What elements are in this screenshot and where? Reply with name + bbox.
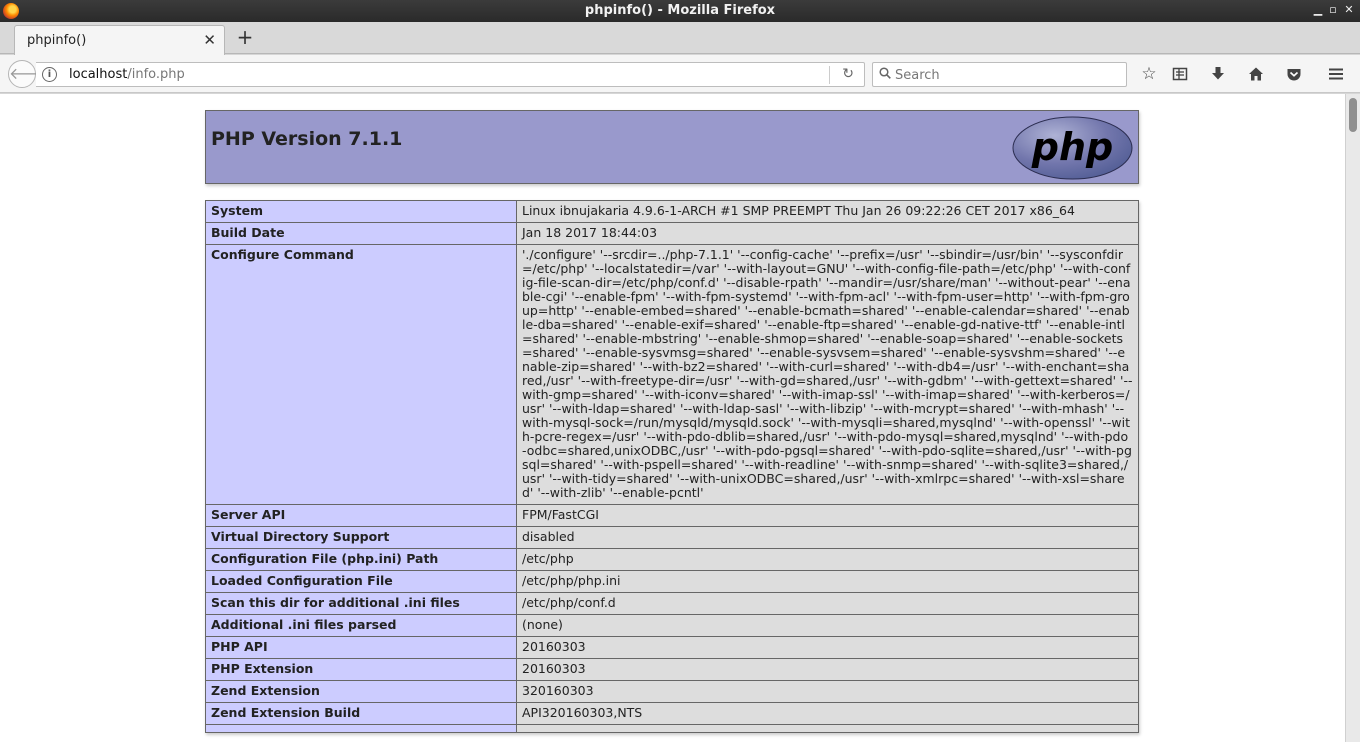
table-row: Zend Extension 320160303 [205, 680, 1139, 703]
row-label: Loaded Configuration File [205, 570, 517, 593]
page-content: PHP Version 7.1.1 php System Linux ibnuja… [0, 94, 1345, 742]
navigation-toolbar: 🡐 i localhost/info.php ↻ ☆ [0, 55, 1360, 93]
table-row: Configure Command './configure' '--srcdir… [205, 244, 1139, 505]
reload-icon[interactable]: ↻ [842, 66, 854, 82]
scrollbar-thumb[interactable] [1349, 98, 1357, 132]
reading-list-icon[interactable] [1170, 64, 1190, 84]
download-arrow-icon[interactable] [1208, 64, 1228, 84]
row-label: Scan this dir for additional .ini files [205, 592, 517, 615]
row-value: './configure' '--srcdir=../php-7.1.1' '-… [516, 244, 1139, 505]
tab-label: phpinfo() [27, 33, 87, 48]
table-row: Additional .ini files parsed (none) [205, 614, 1139, 637]
row-label: Zend Extension [205, 680, 517, 703]
search-input[interactable] [895, 66, 1115, 84]
row-value: API320160303,NTS [516, 702, 1139, 725]
close-tab-icon[interactable]: ✕ [203, 31, 216, 49]
info-table: System Linux ibnujakaria 4.9.6-1-ARCH #1 … [205, 200, 1139, 733]
info-circle-icon[interactable]: i [42, 67, 57, 82]
window-close-button[interactable]: ✕ [1342, 3, 1356, 17]
table-row: Zend Extension Build API320160303,NTS [205, 702, 1139, 725]
row-label: System [205, 200, 517, 223]
pocket-icon[interactable] [1284, 64, 1304, 84]
row-label: Configure Command [205, 244, 517, 505]
row-value: disabled [516, 526, 1139, 549]
row-value: Jan 18 2017 18:44:03 [516, 222, 1139, 245]
home-icon[interactable] [1246, 64, 1266, 84]
url-host: localhost [69, 67, 128, 82]
row-label: Additional .ini files parsed [205, 614, 517, 637]
vertical-scrollbar[interactable] [1345, 94, 1360, 742]
row-value: FPM/FastCGI [516, 504, 1139, 527]
table-row: Virtual Directory Support disabled [205, 526, 1139, 549]
tab-strip: phpinfo() ✕ + [0, 22, 1360, 55]
row-value: Linux ibnujakaria 4.9.6-1-ARCH #1 SMP PR… [516, 200, 1139, 223]
php-logo-icon[interactable]: php [1012, 116, 1133, 180]
row-label: Build Date [205, 222, 517, 245]
tab-phpinfo[interactable]: phpinfo() ✕ [14, 25, 225, 55]
table-row: PHP Extension 20160303 [205, 658, 1139, 681]
row-value: (none) [516, 614, 1139, 637]
minimize-button[interactable]: ▁ [1311, 3, 1325, 17]
row-label: Server API [205, 504, 517, 527]
table-row [205, 724, 1139, 733]
table-row: Configuration File (php.ini) Path/etc/ph… [205, 548, 1139, 571]
row-value: /etc/php/conf.d [516, 592, 1139, 615]
page-title: PHP Version 7.1.1 [211, 128, 403, 150]
table-row: Build Date Jan 18 2017 18:44:03 [205, 222, 1139, 245]
row-label: PHP API [205, 636, 517, 659]
bookmark-star-icon[interactable]: ☆ [1139, 64, 1159, 84]
row-label [205, 724, 517, 733]
row-label: Virtual Directory Support [205, 526, 517, 549]
row-value: 320160303 [516, 680, 1139, 703]
row-value: /etc/php [516, 548, 1139, 571]
table-row: Server API FPM/FastCGI [205, 504, 1139, 527]
table-row: Loaded Configuration File/etc/php/php.in… [205, 570, 1139, 593]
table-row: PHP API 20160303 [205, 636, 1139, 659]
row-value: /etc/php/php.ini [516, 570, 1139, 593]
row-label: Zend Extension Build [205, 702, 517, 725]
row-label: Configuration File (php.ini) Path [205, 548, 517, 571]
hamburger-menu-icon[interactable] [1326, 64, 1346, 84]
search-bar[interactable] [872, 62, 1127, 87]
url-text[interactable]: localhost/info.php [69, 67, 185, 82]
magnifier-icon [879, 67, 891, 79]
php-logo-text: php [1031, 125, 1113, 169]
back-arrow-icon[interactable]: 🡐 [8, 60, 52, 88]
url-path: /info.php [127, 67, 185, 82]
table-row: Scan this dir for additional .ini files /… [205, 592, 1139, 615]
window-titlebar: phpinfo() - Mozilla Firefox ▁ ▫ ✕ [0, 0, 1360, 22]
table-row: System Linux ibnujakaria 4.9.6-1-ARCH #1 … [205, 200, 1139, 223]
row-value: 20160303 [516, 636, 1139, 659]
maximize-button[interactable]: ▫ [1326, 3, 1340, 17]
new-tab-plus-icon[interactable]: + [235, 27, 255, 47]
url-separator [829, 66, 830, 84]
php-version-header: PHP Version 7.1.1 php [205, 110, 1139, 184]
window-title: phpinfo() - Mozilla Firefox [584, 3, 776, 18]
row-label: PHP Extension [205, 658, 517, 681]
row-value: 20160303 [516, 658, 1139, 681]
url-bar[interactable]: i localhost/info.php ↻ [36, 62, 865, 87]
row-value [516, 724, 1139, 733]
